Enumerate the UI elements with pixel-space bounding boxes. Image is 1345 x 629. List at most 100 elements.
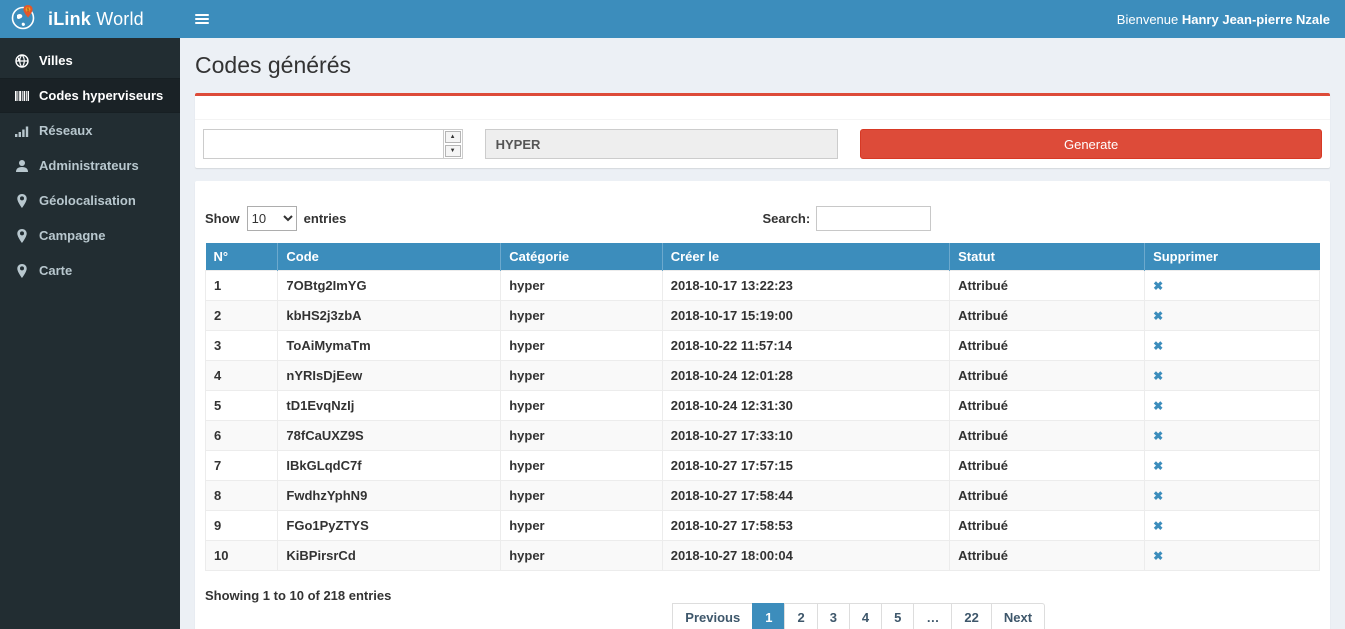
table-body: 1 7OBtg2ImYG hyper 2018-10-17 13:22:23 A… xyxy=(206,271,1320,571)
brand-bold: iLink xyxy=(48,9,91,29)
cell-supprimer xyxy=(1145,331,1320,361)
table-row: 1 7OBtg2ImYG hyper 2018-10-17 13:22:23 A… xyxy=(206,271,1320,301)
map-marker-icon xyxy=(15,264,29,278)
delete-icon[interactable] xyxy=(1153,278,1163,293)
delete-icon[interactable] xyxy=(1153,518,1163,533)
cell-statut: Attribué xyxy=(950,511,1145,541)
table-row: 3 ToAiMymaTm hyper 2018-10-22 11:57:14 A… xyxy=(206,331,1320,361)
table-header: N° Code Catégorie Créer le Statut Suppri… xyxy=(206,243,1320,271)
cell-creer-le: 2018-10-17 15:19:00 xyxy=(662,301,949,331)
cell-creer-le: 2018-10-27 17:58:53 xyxy=(662,511,949,541)
cell-creer-le: 2018-10-27 18:00:04 xyxy=(662,541,949,571)
pagination-item[interactable]: Previous xyxy=(673,603,753,629)
delete-icon[interactable] xyxy=(1153,398,1163,413)
cell-numero: 2 xyxy=(206,301,278,331)
cell-statut: Attribué xyxy=(950,331,1145,361)
sidebar-item-administrateurs[interactable]: Administrateurs xyxy=(0,148,180,183)
cell-code: kbHS2j3zbA xyxy=(278,301,501,331)
cell-supprimer xyxy=(1145,511,1320,541)
category-field[interactable] xyxy=(485,129,839,159)
table-row: 4 nYRIsDjEew hyper 2018-10-24 12:01:28 A… xyxy=(206,361,1320,391)
entries-label: entries xyxy=(304,211,347,226)
cell-supprimer xyxy=(1145,481,1320,511)
sidebar-item-label: Réseaux xyxy=(39,123,92,138)
table-row: 6 78fCaUXZ9S hyper 2018-10-27 17:33:10 A… xyxy=(206,421,1320,451)
user-name[interactable]: Hanry Jean-pierre Nzale xyxy=(1182,12,1330,27)
cell-creer-le: 2018-10-22 11:57:14 xyxy=(662,331,949,361)
pagination-item[interactable]: 4 xyxy=(850,603,882,629)
cell-creer-le: 2018-10-24 12:01:28 xyxy=(662,361,949,391)
cell-code: nYRIsDjEew xyxy=(278,361,501,391)
column-header-creer-le[interactable]: Créer le xyxy=(662,243,949,271)
cell-code: ToAiMymaTm xyxy=(278,331,501,361)
spinner-up-icon[interactable]: ▲ xyxy=(445,131,461,143)
cell-statut: Attribué xyxy=(950,451,1145,481)
delete-icon[interactable] xyxy=(1153,368,1163,383)
sidebar-item-codes-hyperviseurs[interactable]: Codes hyperviseurs xyxy=(0,78,180,113)
delete-icon[interactable] xyxy=(1153,458,1163,473)
cell-categorie: hyper xyxy=(501,511,663,541)
user-icon xyxy=(15,159,29,173)
table-footer: Showing 1 to 10 of 218 entries Previous … xyxy=(205,581,1320,629)
sidebar-item-campagne[interactable]: Campagne xyxy=(0,218,180,253)
search-control: Search: xyxy=(763,206,1321,231)
column-header-supprimer[interactable]: Supprimer xyxy=(1145,243,1320,271)
hamburger-menu-icon[interactable] xyxy=(195,14,209,24)
code-count-field: ▲ ▼ xyxy=(203,129,463,159)
delete-icon[interactable] xyxy=(1153,488,1163,503)
cell-statut: Attribué xyxy=(950,541,1145,571)
generate-button[interactable]: Generate xyxy=(860,129,1322,159)
page-size-select[interactable]: 10 xyxy=(247,206,297,231)
sidebar-item-carte[interactable]: Carte xyxy=(0,253,180,288)
cell-code: FwdhzYphN9 xyxy=(278,481,501,511)
globe-icon xyxy=(15,54,29,68)
cell-supprimer xyxy=(1145,421,1320,451)
cell-creer-le: 2018-10-27 17:57:15 xyxy=(662,451,949,481)
map-marker-icon xyxy=(15,194,29,208)
delete-icon[interactable] xyxy=(1153,428,1163,443)
sidebar-item-geolocalisation[interactable]: Géolocalisation xyxy=(0,183,180,218)
column-header-code[interactable]: Code xyxy=(278,243,501,271)
cell-numero: 7 xyxy=(206,451,278,481)
cell-numero: 4 xyxy=(206,361,278,391)
barcode-icon xyxy=(15,89,29,103)
sidebar-item-reseaux[interactable]: Réseaux xyxy=(0,113,180,148)
cell-statut: Attribué xyxy=(950,481,1145,511)
brand-logo[interactable]: $ iLink World xyxy=(0,0,180,38)
cell-categorie: hyper xyxy=(501,451,663,481)
table-controls: Show 10 entries Search: xyxy=(205,206,1320,231)
codes-table-box: Show 10 entries Search: N° Code Catégori… xyxy=(195,181,1330,629)
pagination-item[interactable]: 3 xyxy=(818,603,850,629)
cell-numero: 1 xyxy=(206,271,278,301)
search-input[interactable] xyxy=(816,206,931,231)
pagination-item[interactable]: … xyxy=(914,603,952,629)
delete-icon[interactable] xyxy=(1153,548,1163,563)
generator-box-header xyxy=(195,96,1330,120)
signal-icon xyxy=(15,124,29,138)
pagination-item[interactable]: 1 xyxy=(753,603,785,629)
column-header-categorie[interactable]: Catégorie xyxy=(501,243,663,271)
table-row: 10 KiBPirsrCd hyper 2018-10-27 18:00:04 … xyxy=(206,541,1320,571)
sidebar-item-label: Carte xyxy=(39,263,72,278)
sidebar-menu: Villes Codes hyperviseurs Réseaux Admini… xyxy=(0,43,180,288)
pagination-item[interactable]: 22 xyxy=(952,603,991,629)
cell-creer-le: 2018-10-24 12:31:30 xyxy=(662,391,949,421)
sidebar: $ iLink World Villes Codes hyperviseurs … xyxy=(0,0,180,629)
number-spinner: ▲ ▼ xyxy=(443,130,462,158)
cell-numero: 6 xyxy=(206,421,278,451)
pagination-item[interactable]: 5 xyxy=(882,603,914,629)
delete-icon[interactable] xyxy=(1153,308,1163,323)
cell-supprimer xyxy=(1145,541,1320,571)
sidebar-item-villes[interactable]: Villes xyxy=(0,43,180,78)
spinner-down-icon[interactable]: ▼ xyxy=(445,145,461,157)
code-count-input[interactable] xyxy=(204,130,443,158)
delete-icon[interactable] xyxy=(1153,338,1163,353)
pagination-item[interactable]: Next xyxy=(992,603,1045,629)
pagination-item[interactable]: 2 xyxy=(785,603,817,629)
cell-numero: 5 xyxy=(206,391,278,421)
column-header-statut[interactable]: Statut xyxy=(950,243,1145,271)
column-header-numero[interactable]: N° xyxy=(206,243,278,271)
cell-categorie: hyper xyxy=(501,271,663,301)
welcome-prefix: Bienvenue xyxy=(1117,12,1178,27)
cell-categorie: hyper xyxy=(501,541,663,571)
